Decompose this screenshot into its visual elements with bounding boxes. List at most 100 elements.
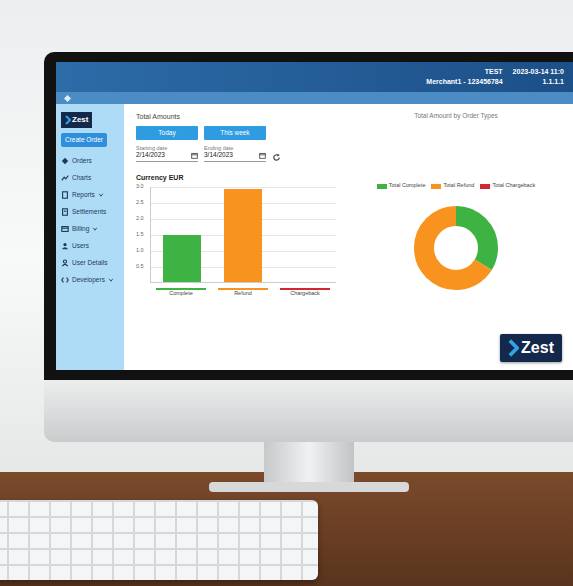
plot-area [150,187,336,283]
date-value[interactable]: 3/14/2023 [204,151,233,159]
start-date-field[interactable]: Starting date2/14/2023 [136,145,198,162]
sidebar-item[interactable]: User Details [61,257,119,269]
legend-label[interactable]: Total Complete [389,182,426,189]
logo-text: Zest [72,115,88,125]
sidebar-item[interactable]: Orders [61,155,119,167]
y-tick: 1.0 [136,248,150,254]
y-tick: 1.5 [136,232,150,238]
donut-segment[interactable] [424,216,488,280]
chevron-logo-icon [65,115,71,125]
sidebar-item[interactable]: Reports [61,189,119,201]
sidebar-item[interactable]: Charts [61,172,119,184]
chevron-logo-icon [508,338,519,358]
top-bar: TEST 2023-03-14 11:0 Merchant1 - 123456784… [56,62,573,92]
merchant-label: Merchant1 - 123456784 [426,78,502,86]
legend-item[interactable]: Total Refund [431,182,474,189]
date-value-row[interactable]: 2/14/2023 [136,151,198,159]
zest-badge: Zest [500,334,562,362]
section-title: Total Amounts [136,112,336,121]
refresh-icon [272,153,281,162]
bar-slot [163,187,201,282]
x-axis: Complete Refund Chargeback [150,288,336,298]
calendar-icon [259,152,266,159]
period-button[interactable]: This week [204,126,266,140]
sidebar-item-label[interactable]: Developers [72,276,105,284]
code-icon [61,276,69,284]
x-label: Complete [156,288,206,298]
end-date-field[interactable]: Ending date3/14/2023 [204,145,266,162]
sidebar-item[interactable]: Developers [61,274,119,286]
zest-logo: Zest [61,112,92,128]
desk-scene: TEST 2023-03-14 11:0 Merchant1 - 123456784… [0,0,573,492]
sub-bar [56,92,573,104]
chevron-down-icon [92,226,98,232]
chart-icon [61,174,69,182]
main-content: Total Amounts Today This week Starting date… [124,104,573,370]
orders-icon [61,157,69,165]
settlement-icon [61,208,69,216]
ip-address: 1.1.1.1 [513,78,564,86]
legend-item[interactable]: Total Complete [377,182,426,189]
monitor-stand [264,442,354,482]
chart-legend: Total Complete Total Refund Total Chargeba… [377,182,535,189]
sidebar-item-label[interactable]: User Details [72,259,107,267]
chevron-down-icon [98,192,104,198]
keyboard [0,500,318,580]
sidebar-item-label[interactable]: Billing [72,225,89,233]
sidebar-item[interactable]: Settlements [61,206,119,218]
monitor: TEST 2023-03-14 11:0 Merchant1 - 123456784… [44,52,573,492]
sidebar-item-label[interactable]: Orders [72,157,92,165]
report-icon [61,191,69,199]
bar [163,235,201,282]
legend-swatch [431,184,441,189]
billing-icon [61,225,69,233]
bar [224,189,262,282]
field-label: Starting date [136,145,198,152]
sidebar-item[interactable]: Users [61,240,119,252]
legend-swatch [377,184,387,189]
period-buttons: Today This week [136,126,336,140]
donut-segment[interactable] [424,216,488,280]
sidebar-item-label[interactable]: Settlements [72,208,106,216]
calendar-icon [191,152,198,159]
app-body: Zest Create Order Orders Charts Reports Settl… [56,104,573,370]
dashboard-columns: Total Amounts Today This week Starting date… [136,112,562,298]
donut-segment[interactable] [424,216,488,280]
account-info: TEST 2023-03-14 11:0 Merchant1 - 123456784… [426,68,564,87]
donut-chart [406,198,506,298]
sidebar-item-label[interactable]: Charts [72,174,91,182]
create-order-button[interactable]: Create Order [61,133,107,147]
sidebar-item[interactable]: Billing [61,223,119,235]
sidebar-item-label[interactable]: Users [72,242,89,250]
date-value[interactable]: 2/14/2023 [136,151,165,159]
monitor-bezel: TEST 2023-03-14 11:0 Merchant1 - 123456784… [44,52,573,380]
user-icon [61,242,69,250]
y-tick: 3.0 [136,184,150,190]
legend-label[interactable]: Total Chargeback [492,182,535,189]
badge-text: Zest [521,338,554,357]
date-time: 2023-03-14 11:0 [513,68,564,76]
legend-item[interactable]: Total Chargeback [480,182,535,189]
monitor-chin [44,380,573,442]
screen: TEST 2023-03-14 11:0 Merchant1 - 123456784… [56,62,573,370]
bar-slot [224,187,262,282]
x-label: Chargeback [280,288,330,298]
user-details-icon [61,259,69,267]
y-axis: 3.0 2.5 2.0 1.5 1.0 0.5 [136,184,150,283]
y-tick: 0.5 [136,264,150,270]
period-button[interactable]: Today [136,126,198,140]
menu-toggle-icon [64,95,71,102]
sidebar: Zest Create Order Orders Charts Reports Settl… [56,104,124,370]
x-label: Refund [218,288,268,298]
y-tick: 2.5 [136,200,150,206]
y-tick: 2.0 [136,216,150,222]
environment-label: TEST [426,68,502,76]
totals-panel: Total Amounts Today This week Starting date… [136,112,336,298]
sidebar-item-label[interactable]: Reports [72,191,95,199]
field-label: Ending date [204,145,266,152]
legend-swatch [480,184,490,189]
legend-label[interactable]: Total Refund [443,182,474,189]
donut-panel: Total Amount by Order TypesTotal Complet… [350,112,562,298]
bar-slot [286,187,324,282]
date-value-row[interactable]: 3/14/2023 [204,151,266,159]
